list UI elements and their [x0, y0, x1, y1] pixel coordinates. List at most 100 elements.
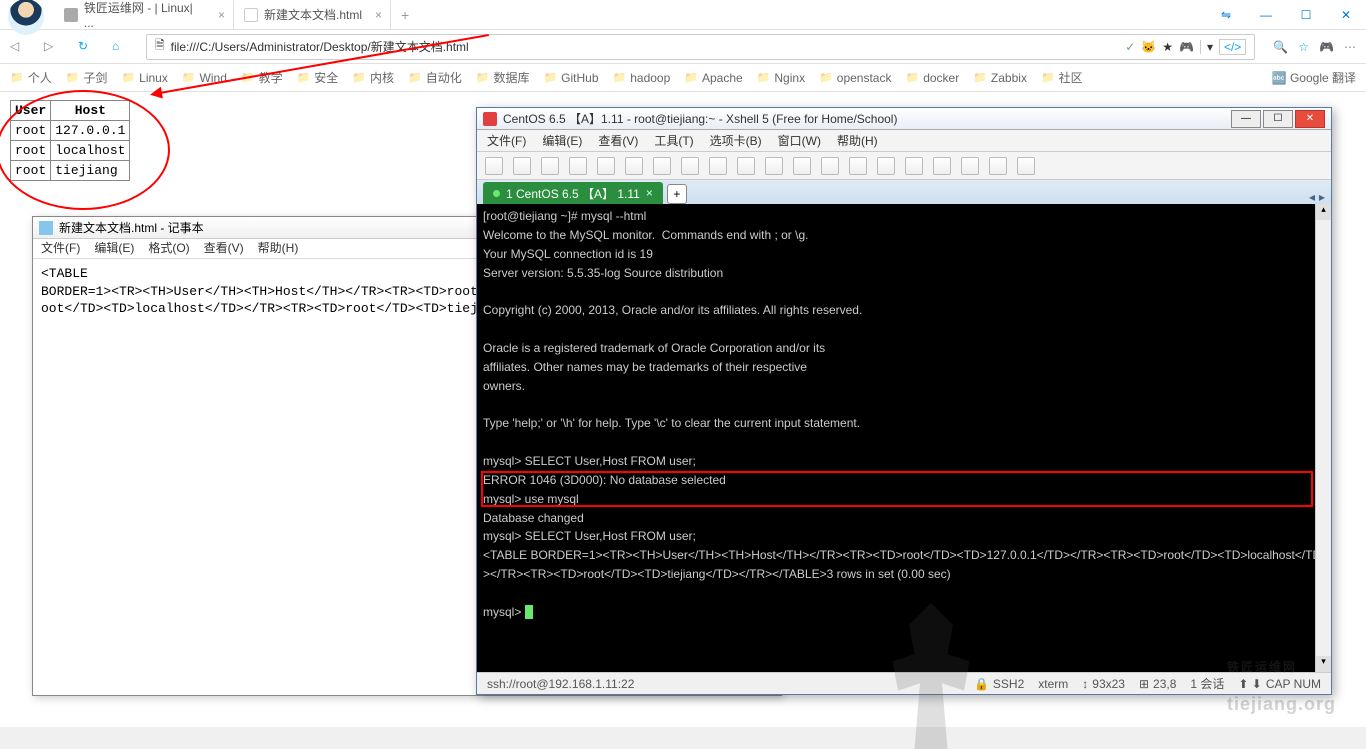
user-avatar[interactable]	[8, 0, 44, 35]
new-tab-button[interactable]: +	[391, 7, 419, 23]
menu-file[interactable]: 文件(F)	[487, 132, 526, 149]
bookmark-item[interactable]: 子剑	[66, 69, 108, 86]
menu-help[interactable]: 帮助(H)	[258, 239, 299, 258]
xshell-icon	[483, 112, 497, 126]
toolbar-item-icon[interactable]	[877, 157, 895, 175]
add-session-button[interactable]: +	[667, 184, 687, 204]
menu-window[interactable]: 窗口(W)	[778, 132, 821, 149]
forward-button[interactable]: ▷	[44, 39, 60, 55]
th-user: User	[11, 101, 51, 121]
bookmark-item[interactable]: Wind	[182, 71, 227, 85]
url-input[interactable]: 🗎 file:///C:/Users/Administrator/Desktop…	[146, 34, 1255, 60]
status-indicators: ⬆ ⬇ CAP NUM	[1238, 677, 1321, 691]
menu-view[interactable]: 查看(V)	[598, 132, 638, 149]
bookmark-item[interactable]: 自动化	[408, 69, 462, 86]
session-tab-label: 1 CentOS 6.5 【A】 1.11	[506, 185, 640, 202]
bookmark-item[interactable]: 安全	[297, 69, 339, 86]
toolbar-item-icon[interactable]	[569, 157, 587, 175]
toolbar-item-icon[interactable]	[849, 157, 867, 175]
menu-help[interactable]: 帮助(H)	[837, 132, 878, 149]
bookmark-item[interactable]: hadoop	[613, 71, 671, 85]
menu-tab[interactable]: 选项卡(B)	[710, 132, 762, 149]
toolbar-paste-icon[interactable]	[625, 157, 643, 175]
status-ssh: 🔒 SSH2	[974, 677, 1024, 691]
close-icon[interactable]: ×	[218, 8, 225, 22]
bookmark-item[interactable]: 个人	[10, 69, 52, 86]
toolbar-copy-icon[interactable]	[597, 157, 615, 175]
close-icon[interactable]: ×	[375, 8, 382, 22]
minimize-button[interactable]: —	[1246, 0, 1286, 30]
back-button[interactable]: ◁	[10, 39, 26, 55]
toolbar-item-icon[interactable]	[681, 157, 699, 175]
menu-tools[interactable]: 工具(T)	[654, 132, 693, 149]
toolbar-item-icon[interactable]	[989, 157, 1007, 175]
bookmark-item[interactable]: 教学	[241, 69, 283, 86]
antivirus-icon[interactable]: 🐱	[1141, 40, 1156, 54]
favicon-icon	[64, 8, 78, 22]
tabs-right-icon[interactable]: ▸	[1319, 190, 1325, 204]
close-tab-icon[interactable]: ×	[646, 186, 653, 200]
translate-button[interactable]: 🔤 Google 翻译	[1272, 69, 1356, 86]
close-button[interactable]: ✕	[1295, 110, 1325, 128]
url-text: file:///C:/Users/Administrator/Desktop/新…	[171, 38, 469, 55]
bookmark-item[interactable]: 社区	[1041, 69, 1083, 86]
toolbar-item-icon[interactable]	[709, 157, 727, 175]
scroll-up-icon[interactable]: ▴	[1316, 204, 1331, 220]
toolbar-item-icon[interactable]	[905, 157, 923, 175]
bookmarks-bar: 个人 子剑 Linux Wind 教学 安全 内核 自动化 数据库 GitHub…	[0, 64, 1366, 92]
rendered-html-table: UserHost root127.0.0.1 rootlocalhost roo…	[10, 100, 130, 181]
home-button[interactable]: ⌂	[112, 39, 128, 55]
xshell-titlebar[interactable]: CentOS 6.5 【A】1.11 - root@tiejiang:~ - X…	[477, 108, 1331, 130]
gamepad-icon[interactable]: 🎮	[1319, 40, 1334, 54]
menu-edit[interactable]: 编辑(E)	[542, 132, 582, 149]
menu-file[interactable]: 文件(F)	[41, 239, 80, 258]
code-icon[interactable]: </>	[1219, 39, 1246, 55]
maximize-button[interactable]: ☐	[1263, 110, 1293, 128]
menu-button[interactable]: ⋯	[1344, 40, 1356, 54]
toolbar-item-icon[interactable]	[541, 157, 559, 175]
toolbar-help-icon[interactable]	[793, 157, 811, 175]
menu-view[interactable]: 查看(V)	[204, 239, 244, 258]
menu-edit[interactable]: 编辑(E)	[94, 239, 134, 258]
terminal[interactable]: [root@tiejiang ~]# mysql --html Welcome …	[477, 204, 1331, 674]
maximize-button[interactable]: ☐	[1286, 0, 1326, 30]
bookmark-item[interactable]: docker	[905, 71, 959, 85]
toolbar-item-icon[interactable]	[933, 157, 951, 175]
xshell-toolbar	[477, 152, 1331, 180]
tabs-left-icon[interactable]: ◂	[1309, 190, 1315, 204]
bookmark-item[interactable]: GitHub	[543, 71, 598, 85]
scrollbar[interactable]: ▴ ▾	[1315, 204, 1331, 672]
tab-1[interactable]: 铁匠运维网 - | Linux| ... ×	[54, 1, 234, 29]
reload-button[interactable]: ↻	[78, 39, 94, 55]
check-icon[interactable]: ✓	[1125, 40, 1135, 54]
toolbar-new-icon[interactable]	[485, 157, 503, 175]
toolbar-open-icon[interactable]	[513, 157, 531, 175]
toolbar-item-icon[interactable]	[821, 157, 839, 175]
bookmark-item[interactable]: Apache	[684, 71, 742, 85]
star-icon[interactable]: ★	[1162, 40, 1173, 54]
toolbar-search-icon[interactable]	[653, 157, 671, 175]
bookmark-item[interactable]: 内核	[352, 69, 394, 86]
toolbar-item-icon[interactable]	[1017, 157, 1035, 175]
bookmark-item[interactable]: 数据库	[476, 69, 530, 86]
toolbar-item-icon[interactable]	[765, 157, 783, 175]
bookmark-item[interactable]: Zabbix	[973, 71, 1027, 85]
dropdown-icon[interactable]: ▾	[1200, 40, 1213, 54]
tab-2[interactable]: 新建文本文档.html ×	[234, 1, 391, 29]
bookmark-item[interactable]: openstack	[819, 71, 891, 85]
xshell-session-tabs: 1 CentOS 6.5 【A】 1.11 × + ◂ ▸	[477, 180, 1331, 204]
th-host: Host	[51, 101, 130, 121]
search-icon[interactable]: 🔍	[1273, 40, 1288, 54]
favorite-icon[interactable]: ☆	[1298, 40, 1309, 54]
minimize-button[interactable]: —	[1231, 110, 1261, 128]
close-button[interactable]: ✕	[1326, 0, 1366, 30]
sync-icon[interactable]: ⇋	[1206, 0, 1246, 30]
toolbar-item-icon[interactable]	[961, 157, 979, 175]
game-icon[interactable]: 🎮	[1179, 40, 1194, 54]
bookmark-item[interactable]: Linux	[121, 71, 167, 85]
scroll-down-icon[interactable]: ▾	[1316, 656, 1331, 672]
session-tab[interactable]: 1 CentOS 6.5 【A】 1.11 ×	[483, 182, 663, 204]
bookmark-item[interactable]: Nginx	[757, 71, 805, 85]
toolbar-font-icon[interactable]	[737, 157, 755, 175]
menu-format[interactable]: 格式(O)	[148, 239, 189, 258]
